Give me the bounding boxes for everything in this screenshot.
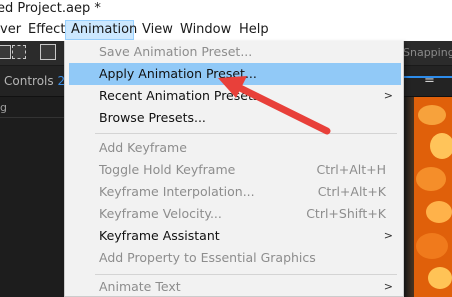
- menu-effect[interactable]: Effect: [23, 20, 70, 40]
- submenu-arrow-icon: >: [383, 280, 393, 293]
- panel-menu-icon[interactable]: ≡: [424, 72, 435, 87]
- menu-item-shortcut: Ctrl+Alt+K: [317, 184, 386, 199]
- menu-item-animate-text[interactable]: Animate Text >: [69, 276, 401, 297]
- menu-item-keyframe-interpolation[interactable]: Keyframe Interpolation... Ctrl+Alt+K: [69, 181, 401, 203]
- menu-item-add-property-to-essential-graphics[interactable]: Add Property to Essential Graphics: [69, 247, 401, 269]
- rectangle-tool-icon[interactable]: [40, 44, 56, 60]
- active-tab-indicator: [404, 76, 452, 78]
- effect-controls-label: Controls: [4, 74, 54, 88]
- snapping-label[interactable]: Snapping: [403, 46, 452, 59]
- viewer-blob: [416, 233, 448, 259]
- menu-item-label: Add Keyframe: [99, 140, 187, 155]
- panel-divider: [0, 117, 64, 118]
- menu-item-label: Keyframe Assistant: [99, 228, 220, 243]
- menu-item-shortcut: Ctrl+Alt+H: [316, 162, 386, 177]
- menu-item-label: Apply Animation Preset...: [99, 66, 257, 81]
- animation-menu-dropdown: Save Animation Preset... Apply Animation…: [64, 41, 404, 297]
- menu-item-recent-animation-presets[interactable]: Recent Animation Presets >: [69, 85, 401, 107]
- menu-item-browse-presets[interactable]: Browse Presets...: [69, 107, 401, 129]
- menu-item-toggle-hold-keyframe[interactable]: Toggle Hold Keyframe Ctrl+Alt+H: [69, 159, 401, 181]
- menu-item-keyframe-velocity[interactable]: Keyframe Velocity... Ctrl+Shift+K: [69, 203, 401, 225]
- panel-text: g: [0, 101, 7, 114]
- menu-separator: [95, 274, 397, 275]
- effect-controls-tab[interactable]: Controls 2k: [4, 74, 72, 88]
- menu-item-keyframe-assistant[interactable]: Keyframe Assistant >: [69, 225, 401, 247]
- menu-window[interactable]: Window: [175, 20, 236, 40]
- viewer-blob: [426, 201, 452, 223]
- menu-separator: [95, 133, 397, 134]
- viewer-blob: [430, 133, 452, 159]
- tool-icon[interactable]: [0, 45, 11, 59]
- composition-viewer[interactable]: [404, 97, 452, 297]
- menu-item-save-animation-preset[interactable]: Save Animation Preset...: [69, 41, 401, 63]
- menu-item-label: Browse Presets...: [99, 110, 206, 125]
- viewer-edge: [404, 97, 414, 297]
- title-bar: ed Project.aep *: [0, 0, 452, 19]
- menu-item-shortcut: Ctrl+Shift+K: [306, 206, 386, 221]
- region-tool-icon[interactable]: [12, 45, 26, 59]
- viewer-blob: [418, 105, 446, 125]
- menu-item-label: Recent Animation Presets: [99, 88, 260, 103]
- submenu-arrow-icon: >: [383, 229, 393, 242]
- menu-item-label: Keyframe Interpolation...: [99, 184, 255, 199]
- menu-item-label: Animate Text: [99, 279, 181, 294]
- menu-bar: ver Effect Animation View Window Help: [0, 19, 452, 41]
- menu-view[interactable]: View: [137, 20, 178, 40]
- menu-item-label: Save Animation Preset...: [99, 44, 253, 59]
- menu-item-label: Add Property to Essential Graphics: [99, 250, 316, 265]
- viewer-blob: [416, 167, 446, 191]
- window-title: ed Project.aep *: [0, 1, 101, 16]
- effect-controls-panel: g: [0, 97, 64, 297]
- after-effects-window: ed Project.aep * ver Effect Animation Vi…: [0, 0, 452, 297]
- menu-item-apply-animation-preset[interactable]: Apply Animation Preset...: [69, 63, 401, 85]
- menu-item-add-keyframe[interactable]: Add Keyframe: [69, 137, 401, 159]
- viewer-blob: [428, 267, 452, 289]
- menu-animation[interactable]: Animation: [65, 20, 137, 40]
- menu-help[interactable]: Help: [234, 20, 274, 40]
- menu-item-label: Keyframe Velocity...: [99, 206, 222, 221]
- submenu-arrow-icon: >: [383, 89, 393, 102]
- menu-item-label: Toggle Hold Keyframe: [99, 162, 236, 177]
